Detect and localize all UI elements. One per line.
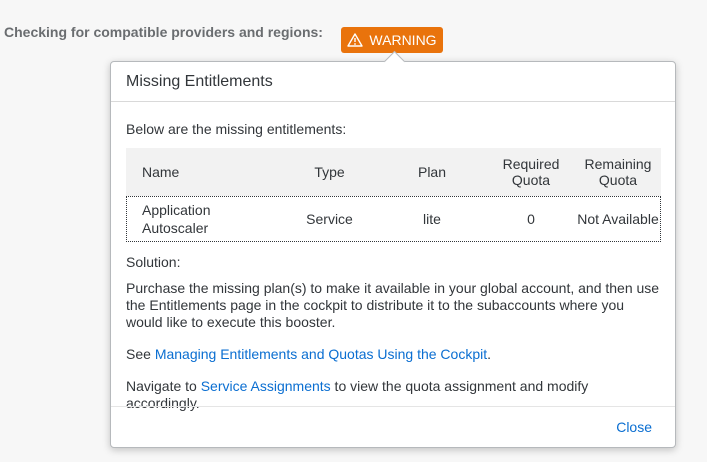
column-header-name: Name <box>142 164 180 180</box>
see-line: See Managing Entitlements and Quotas Usi… <box>126 346 660 363</box>
intro-text: Below are the missing entitlements: <box>126 121 347 137</box>
warning-badge-label: WARNING <box>369 32 437 48</box>
popover-body: Below are the missing entitlements: Name… <box>111 121 675 412</box>
warning-triangle-icon <box>347 33 364 47</box>
table-header-row: Name Type Plan Required Quota Remaining … <box>126 148 661 196</box>
column-header-required-line1: Required <box>502 156 560 172</box>
cell-required-quota: 0 <box>527 211 535 227</box>
see-suffix: . <box>487 346 491 362</box>
warning-badge[interactable]: WARNING <box>341 27 443 53</box>
cell-name: Application Autoscaler <box>126 196 282 242</box>
see-prefix: See <box>126 346 155 362</box>
popover-title: Missing Entitlements <box>126 72 273 90</box>
solution-text-line3: would like to execute this booster. <box>126 314 336 330</box>
popover-footer: Close <box>111 406 675 447</box>
column-header-required-quota: Required Quota <box>487 148 575 196</box>
column-header-remaining-line2: Quota <box>598 172 638 188</box>
missing-entitlements-popover: Missing Entitlements Below are the missi… <box>110 61 676 448</box>
column-header-required-line2: Quota <box>511 172 551 188</box>
solution-text-line2: the Entitlements page in the cockpit to … <box>126 297 625 313</box>
service-assignments-link[interactable]: Service Assignments <box>201 378 331 394</box>
managing-entitlements-link[interactable]: Managing Entitlements and Quotas Using t… <box>155 346 487 362</box>
solution-text-line1: Purchase the missing plan(s) to make it … <box>126 280 660 296</box>
cell-name-line1: Application <box>142 202 211 218</box>
column-header-plan: Plan <box>417 164 447 180</box>
column-header-remaining-quota: Remaining Quota <box>575 148 661 196</box>
column-header-type: Type <box>314 164 345 180</box>
navigate-prefix: Navigate to <box>126 378 201 394</box>
solution-label: Solution: <box>126 254 181 270</box>
entitlements-table: Name Type Plan Required Quota Remaining … <box>126 148 661 242</box>
cell-name-line2: Autoscaler <box>142 220 209 236</box>
check-label: Checking for compatible providers and re… <box>4 24 323 40</box>
close-button[interactable]: Close <box>616 419 652 435</box>
cell-type: Service <box>306 211 353 227</box>
solution-text: Purchase the missing plan(s) to make it … <box>126 280 660 331</box>
cell-remaining-quota: Not Available <box>577 211 659 227</box>
table-row[interactable]: Application Autoscaler Service lite 0 No… <box>126 196 661 242</box>
cell-plan: lite <box>423 211 441 227</box>
page: Checking for compatible providers and re… <box>0 0 707 462</box>
column-header-remaining-line1: Remaining <box>584 156 652 172</box>
